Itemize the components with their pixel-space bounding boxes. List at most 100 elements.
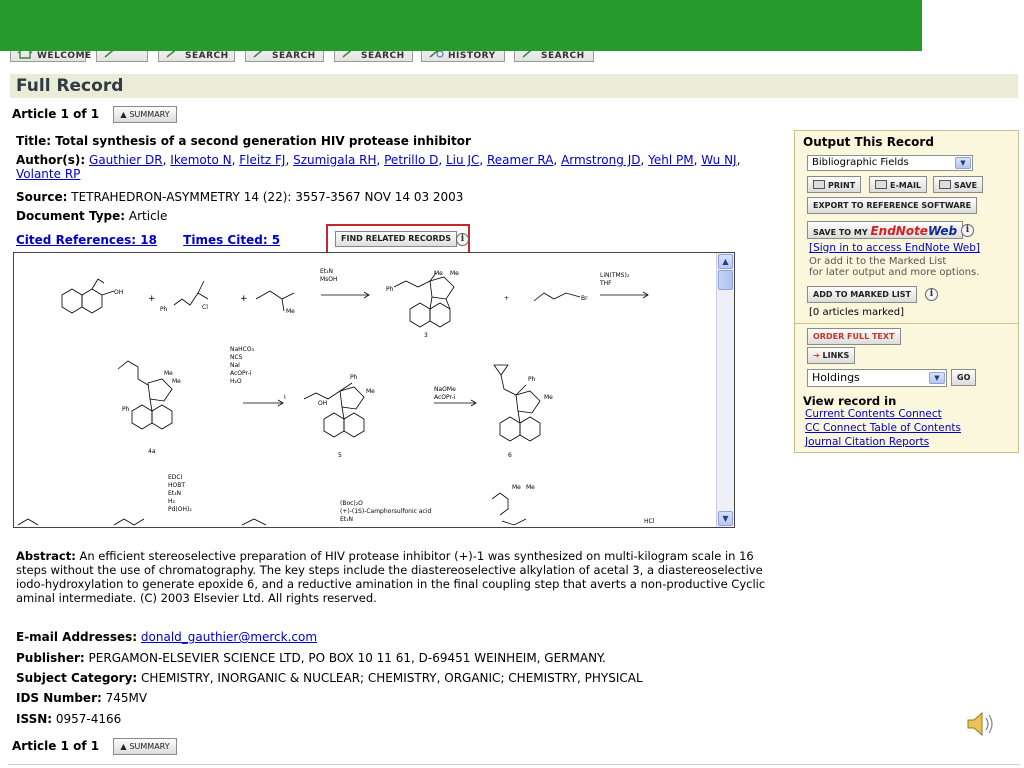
author-link[interactable]: Volante RP (16, 167, 80, 181)
svg-text:(+)-(1S)-Camphorsulfonic acid: (+)-(1S)-Camphorsulfonic acid (340, 508, 432, 515)
author-link[interactable]: Fleitz FJ (239, 153, 285, 167)
citation-links: Cited References: 18 Times Cited: 5 (16, 233, 280, 247)
svg-text:Me: Me (434, 270, 443, 277)
info-icon[interactable]: i (925, 288, 938, 301)
scroll-up-icon[interactable]: ▲ (718, 254, 733, 269)
caret-up-icon: ▲ (120, 110, 127, 119)
svg-text:Me: Me (172, 378, 181, 385)
chevron-down-icon: ▼ (929, 372, 945, 384)
email-link[interactable]: donald_gauthier@merck.com (141, 630, 317, 644)
svg-text:Ph: Ph (386, 286, 394, 293)
save-button[interactable]: SAVE (933, 176, 984, 193)
svg-text:4a: 4a (148, 448, 156, 455)
green-banner (0, 0, 922, 51)
doctype-field: Document Type: Article (16, 209, 168, 223)
scroll-thumb[interactable] (718, 270, 733, 290)
fields-select[interactable]: Bibliographic Fields ▼ (807, 155, 973, 171)
output-panel: Output This Record Bibliographic Fields … (794, 130, 1019, 453)
printer-icon (813, 180, 825, 189)
svg-text:OH: OH (318, 400, 327, 407)
svg-text:HCl: HCl (644, 518, 655, 525)
export-button[interactable]: EXPORT TO REFERENCE SOFTWARE (807, 197, 978, 214)
reaction-scheme: Et₃NMsOH LiN(TMS)₂THF ++ + ClBr OHPh Me Ph… (17, 268, 655, 526)
author-link[interactable]: Gauthier DR (89, 153, 163, 167)
svg-text:Br: Br (581, 295, 588, 302)
svg-text:AcOPr-i: AcOPr-i (434, 394, 456, 401)
svg-text:Et₃N: Et₃N (168, 490, 181, 497)
svg-text:Pd(OH)₂: Pd(OH)₂ (168, 506, 192, 513)
summary-button-bottom[interactable]: ▲ SUMMARY (113, 738, 177, 755)
add-to-marked-list-button[interactable]: ADD TO MARKED LIST (807, 286, 917, 303)
chevron-down-icon: ▼ (955, 157, 971, 169)
svg-text:H₂: H₂ (168, 498, 176, 505)
print-button[interactable]: PRINT (807, 176, 862, 193)
svg-text:(Boc)₂O: (Boc)₂O (340, 500, 363, 507)
toolbar: WELCOME SEARCH SEARCH SEARCH HISTORY SEA… (0, 0, 1024, 66)
order-full-text-button[interactable]: ORDER FULL TEXT (807, 328, 901, 345)
current-contents-link[interactable]: Current Contents Connect (805, 408, 942, 420)
holdings-select[interactable]: Holdings ▼ (807, 369, 947, 387)
benzene-ring (61, 288, 83, 314)
svg-text:Me: Me (544, 394, 553, 401)
publisher-field: Publisher: PERGAMON-ELSEVIER SCIENCE LTD… (16, 651, 606, 665)
speaker-icon[interactable] (964, 708, 1000, 740)
caret-up-icon: ▲ (120, 742, 127, 751)
svg-text:+: + (240, 294, 248, 304)
author-link[interactable]: Reamer RA (487, 153, 553, 167)
scheme-scrollbar[interactable]: ▲ ▼ (716, 253, 734, 527)
email-button[interactable]: E-MAIL (869, 176, 928, 193)
svg-text:Me: Me (366, 388, 375, 395)
author-list: Gauthier DR, Ikemoto N, Fleitz FJ, Szumi… (16, 153, 741, 181)
svg-text:LiN(TMS)₂: LiN(TMS)₂ (600, 272, 630, 279)
save-to-endnote-button[interactable]: SAVE TO MY EndNoteWeb (807, 221, 964, 239)
view-record-in-label: View record in (803, 394, 897, 408)
scroll-down-icon[interactable]: ▼ (718, 511, 733, 526)
svg-text:Ph: Ph (350, 374, 358, 381)
author-link[interactable]: Armstrong JD (561, 153, 640, 167)
author-link[interactable]: Liu JC (446, 153, 479, 167)
author-link[interactable]: Petrillo D (384, 153, 438, 167)
page-title: Full Record (10, 74, 1018, 98)
author-link[interactable]: Yehl PM (648, 153, 693, 167)
svg-text:Ph: Ph (528, 376, 536, 383)
svg-text:NaOMe: NaOMe (434, 386, 456, 393)
authors-field: Author(s): Gauthier DR, Ikemoto N, Fleit… (16, 153, 741, 181)
computer-icon (939, 180, 951, 189)
links-button[interactable]: ➔ LINKS (807, 347, 856, 364)
svg-text:NaHCO₃: NaHCO₃ (230, 346, 255, 353)
jcr-link[interactable]: Journal Citation Reports (805, 436, 929, 448)
svg-text:Cl: Cl (202, 304, 208, 311)
abstract-field: Abstract: An efficient stereoselective p… (16, 549, 766, 605)
cited-references-link[interactable]: Cited References: 18 (16, 233, 157, 247)
author-link[interactable]: Szumigala RH (293, 153, 376, 167)
bottom-rule (8, 764, 1020, 765)
sign-in-link[interactable]: [Sign in to access EndNote Web] (809, 242, 980, 254)
marked-list-hint: Or add it to the Marked List (809, 256, 947, 267)
envelope-icon (875, 180, 887, 189)
divider (795, 323, 1018, 324)
svg-text:MsOH: MsOH (320, 276, 338, 283)
svg-text:3: 3 (424, 332, 428, 339)
svg-text:NCS: NCS (230, 354, 243, 361)
svg-text:Me: Me (512, 484, 521, 491)
info-icon[interactable]: i (456, 233, 469, 246)
arrow-right-icon: ➔ (813, 351, 823, 360)
cc-toc-link[interactable]: CC Connect Table of Contents (805, 422, 961, 434)
svg-text:HOBT: HOBT (168, 482, 185, 489)
svg-text:Ph: Ph (160, 306, 168, 313)
go-button[interactable]: GO (951, 369, 977, 386)
issn-field: ISSN: 0957-4166 (16, 712, 122, 726)
source-field: Source: TETRAHEDRON-ASYMMETRY 14 (22): 3… (16, 190, 464, 204)
times-cited-link[interactable]: Times Cited: 5 (183, 233, 280, 247)
author-link[interactable]: Wu NJ (701, 153, 736, 167)
title-field: Title: Total synthesis of a second gener… (16, 134, 471, 148)
epoxide-ring (493, 364, 509, 376)
svg-text:AcOPr-i: AcOPr-i (230, 370, 252, 377)
svg-text:I: I (284, 394, 286, 401)
info-icon[interactable]: i (961, 224, 974, 237)
author-link[interactable]: Ikemoto N (170, 153, 231, 167)
scheme-viewer[interactable]: Et₃N MsOH LiN(TMS)₂ THF + + + Cl Br OH Ph Me Ph… (13, 252, 735, 528)
svg-text:5: 5 (338, 452, 342, 459)
summary-button-top[interactable]: ▲ SUMMARY (113, 106, 177, 123)
svg-text:+: + (148, 294, 156, 304)
